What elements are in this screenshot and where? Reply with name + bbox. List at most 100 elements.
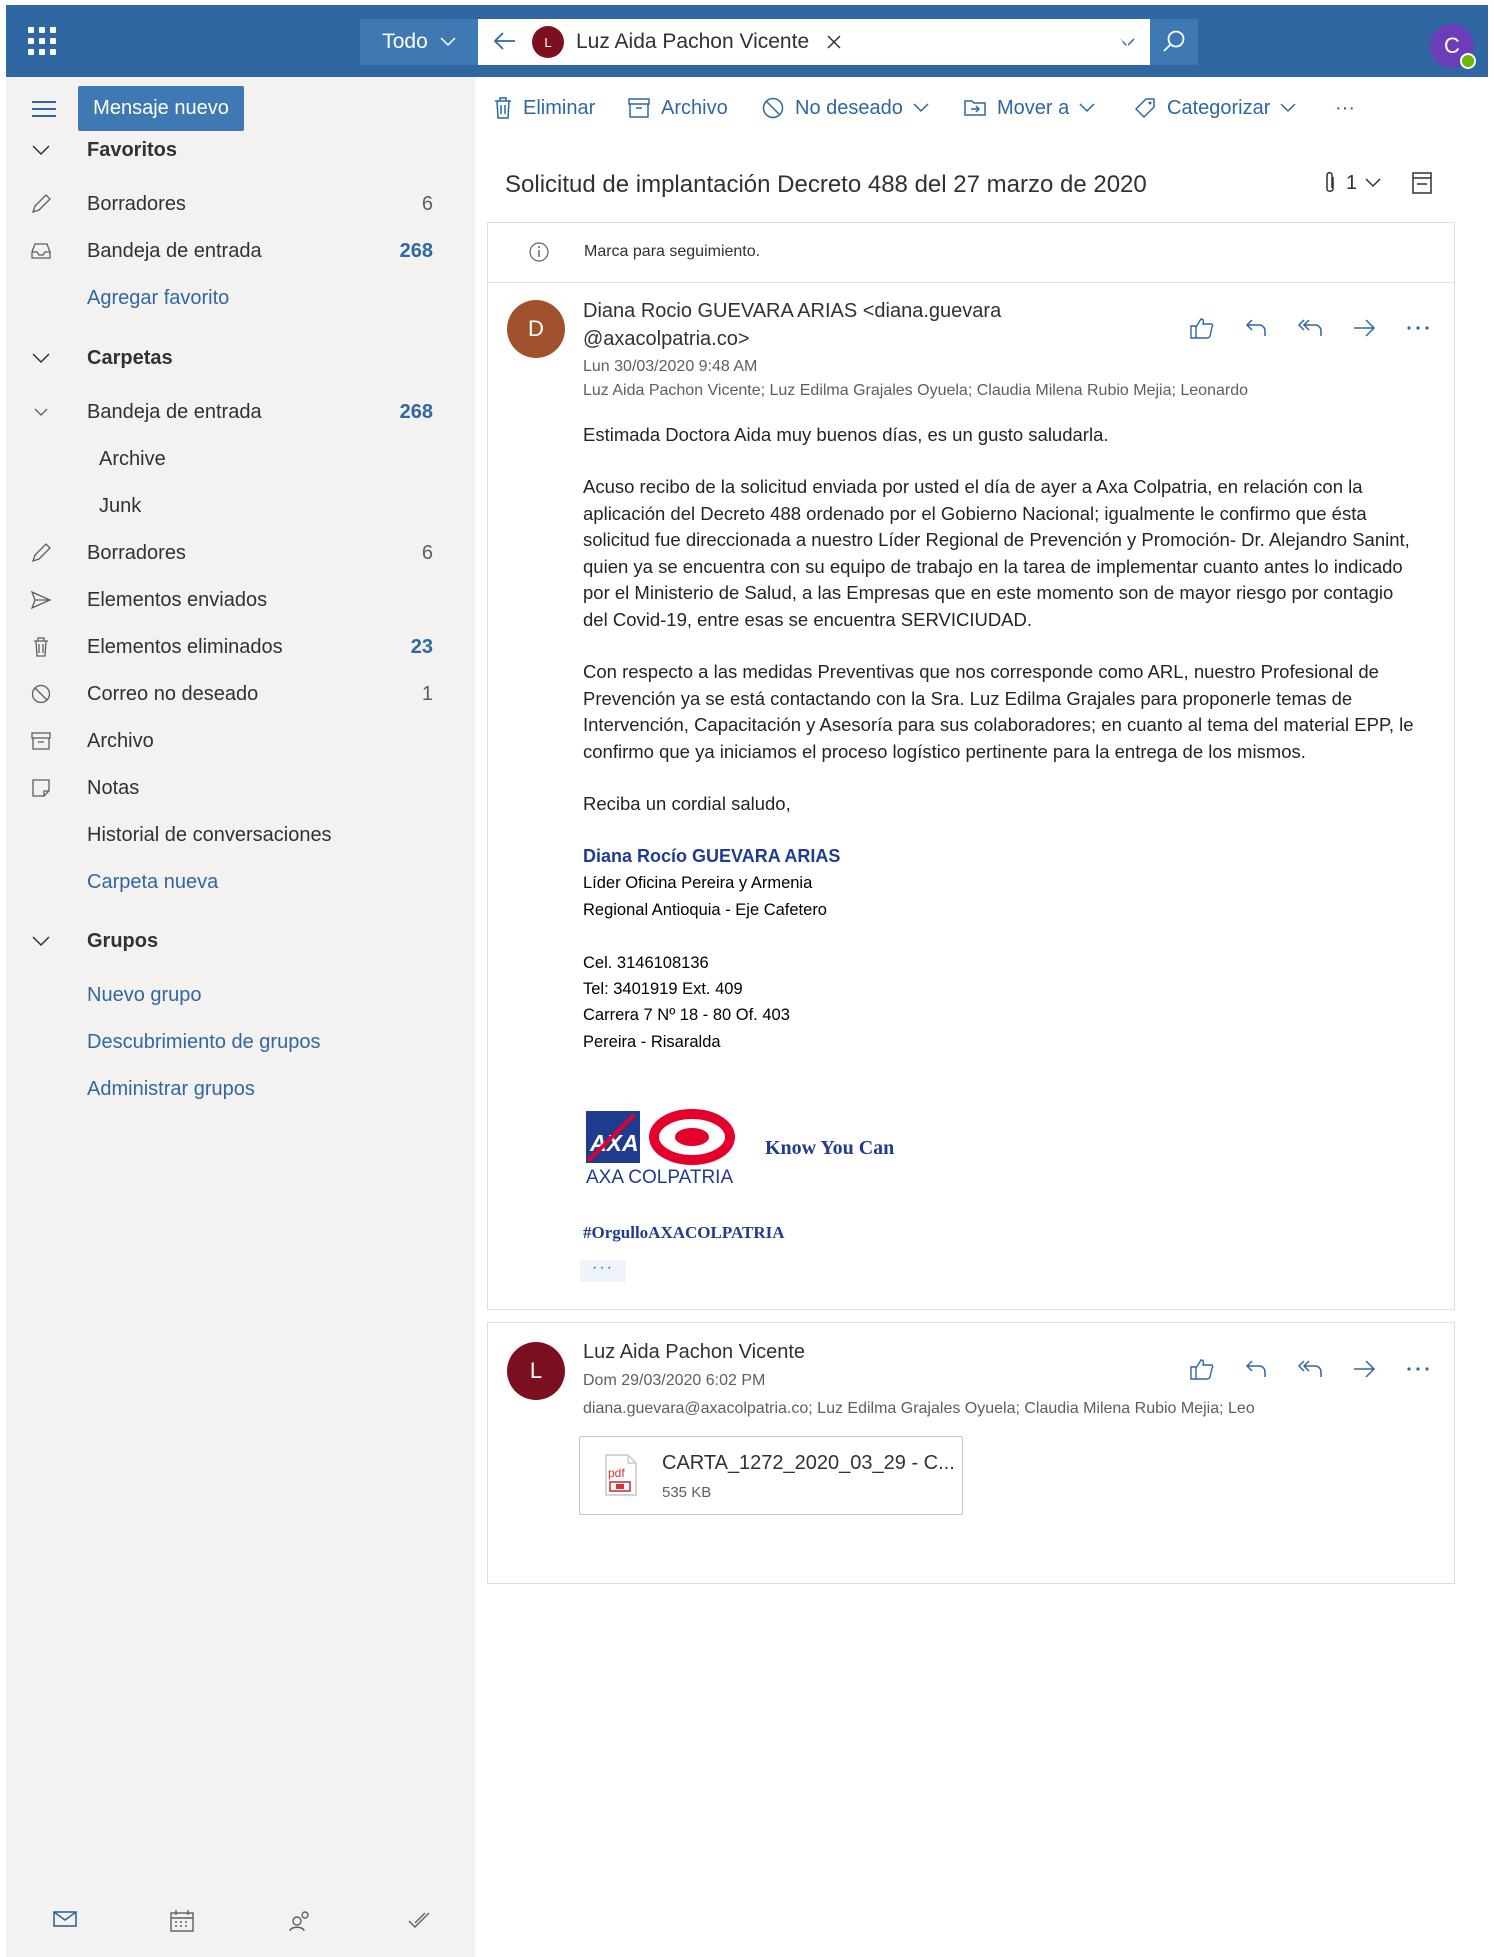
attachment-count: 1 [1346,171,1358,194]
discover-groups-link[interactable]: Descubrimiento de grupos [6,1019,475,1065]
favorites-header[interactable]: Favoritos [6,127,475,173]
folder-archive[interactable]: Archivo [6,718,475,764]
move-to-button[interactable]: Mover a [963,93,1095,123]
folder-pane: Mensaje nuevo Favoritos Borradores 6 Ban… [6,77,475,1957]
chat-icon[interactable] [990,27,1022,59]
signature-tel: Tel: 3401919 Ext. 409 [583,980,743,998]
signature-region: Regional Antioquia - Eje Cafetero [583,901,827,919]
signature-city: Pereira - Risaralda [583,1033,721,1051]
subject-tools: 1 [1322,170,1433,196]
signature-address: Carrera 7 Nº 18 - 80 Of. 403 [583,1006,790,1024]
gear-icon[interactable] [1102,27,1134,59]
folder-notes[interactable]: Notas [6,765,475,811]
tasks-icon[interactable] [406,1909,432,1936]
folder-inbox[interactable]: Bandeja de entrada 268 [6,389,475,435]
message-actions [1186,1353,1434,1385]
calendar-icon[interactable] [169,1909,195,1938]
sender-avatar[interactable]: L [507,1342,565,1400]
message-date: Lun 30/03/2020 9:48 AM [583,358,758,375]
archive-button[interactable]: Archivo [627,93,728,123]
folder-archive-sub[interactable]: Archive [6,436,475,482]
sender-name[interactable]: Luz Aida Pachon Vicente [583,1338,805,1366]
more-commands-button[interactable]: ··· [1335,93,1355,123]
manage-groups-link[interactable]: Administrar grupos [6,1066,475,1112]
message-recipients[interactable]: diana.guevara@axacolpatria.co; Luz Edilm… [583,1400,1293,1418]
search-button[interactable] [1150,19,1198,65]
folder-deleted[interactable]: Elementos eliminados 23 [6,624,475,670]
chevron-down-icon [440,37,456,47]
close-icon[interactable] [827,29,841,55]
tagline: Know You Can [765,1137,895,1159]
forward-icon[interactable] [1348,312,1380,344]
folders-header[interactable]: Carpetas [6,335,475,381]
like-icon[interactable] [1186,1353,1218,1385]
sender-name[interactable]: Diana Rocio GUEVARA ARIAS <diana.guevara… [583,297,1001,353]
chevron-down-icon [28,345,54,371]
attachment-card[interactable]: pdf CARTA_1272_2020_03_29 - C... 535 KB [579,1436,963,1515]
chevron-down-icon [28,928,54,954]
reply-all-icon[interactable] [1294,312,1326,344]
more-actions-icon[interactable] [1402,1353,1434,1385]
message-paragraph: Acuso recibo de la solicitud enviada por… [583,476,1410,630]
groups-header[interactable]: Grupos [6,918,475,964]
chevron-down-icon [913,103,929,113]
hamburger-menu-icon[interactable] [32,101,56,122]
tag-icon [1134,98,1155,119]
send-icon [28,587,54,613]
flag-infobar: Marca para seguimiento. [487,222,1455,282]
chevron-down-icon[interactable] [28,399,54,425]
new-message-button[interactable]: Mensaje nuevo [78,86,244,131]
folder-junk[interactable]: Correo no deseado 1 [6,671,475,717]
delete-button[interactable]: Eliminar [493,93,595,123]
search-scope-dropdown[interactable]: Todo [360,19,478,65]
flag-notice: Marca para seguimiento. [584,243,761,260]
archive-icon [628,98,650,118]
reply-all-icon[interactable] [1294,1353,1326,1385]
favorite-drafts[interactable]: Borradores 6 [6,181,475,227]
signature-title: Líder Oficina Pereira y Armenia [583,874,813,892]
app-launcher-icon[interactable] [28,27,56,55]
archive-icon [28,728,54,754]
folder-sent[interactable]: Elementos enviados [6,577,475,623]
mail-icon[interactable] [52,1909,78,1934]
pdf-file-icon: pdf [605,1454,637,1496]
message-recipients[interactable]: Luz Aida Pachon Vicente; Luz Edilma Graj… [583,382,1293,400]
new-folder-link[interactable]: Carpeta nueva [6,859,475,905]
chevron-down-icon[interactable] [1365,178,1381,188]
people-icon[interactable] [287,1909,313,1938]
popout-icon[interactable] [1411,171,1433,195]
categorize-button[interactable]: Categorizar [1133,93,1296,123]
new-group-link[interactable]: Nuevo grupo [6,972,475,1018]
chip-avatar: L [532,26,564,58]
chip-name: Luz Aida Pachon Vicente [576,30,810,53]
signature-name: Diana Rocío GUEVARA ARIAS [583,846,841,866]
forward-icon[interactable] [1348,1353,1380,1385]
paperclip-icon[interactable] [1322,170,1338,196]
reply-icon[interactable] [1240,312,1272,344]
search-person-chip[interactable]: L Luz Aida Pachon Vicente [532,24,849,60]
message-actions [1186,312,1434,344]
sender-avatar[interactable]: D [507,300,565,358]
junk-button[interactable]: No deseado [761,93,929,123]
back-arrow-icon[interactable] [478,19,532,65]
signature-cel: Cel. 3146108136 [583,954,709,972]
show-quoted-text-button[interactable]: ··· [580,1260,626,1282]
block-icon [762,97,784,119]
user-avatar[interactable]: C [1430,24,1476,69]
folder-junk-sub[interactable]: Junk [6,483,475,529]
folder-conversation-history[interactable]: Historial de conversaciones [6,812,475,858]
reply-icon[interactable] [1240,1353,1272,1385]
add-favorite-link[interactable]: Agregar favorito [6,275,475,321]
like-icon[interactable] [1186,312,1218,344]
module-switcher [6,1887,475,1957]
folder-drafts[interactable]: Borradores 6 [6,530,475,576]
search-icon [1163,30,1185,52]
signature-hashtag[interactable]: #OrgulloAXACOLPATRIA [583,1223,785,1243]
info-icon [529,242,549,262]
top-bar: Todo L Luz Aida Pachon Vicente C [6,5,1488,77]
message-date: Dom 29/03/2020 6:02 PM [583,1372,766,1389]
favorite-inbox[interactable]: Bandeja de entrada 268 [6,228,475,274]
svg-text:AXA COLPATRIA: AXA COLPATRIA [586,1167,733,1185]
more-actions-icon[interactable] [1402,312,1434,344]
feedback-icon[interactable] [1046,27,1078,59]
